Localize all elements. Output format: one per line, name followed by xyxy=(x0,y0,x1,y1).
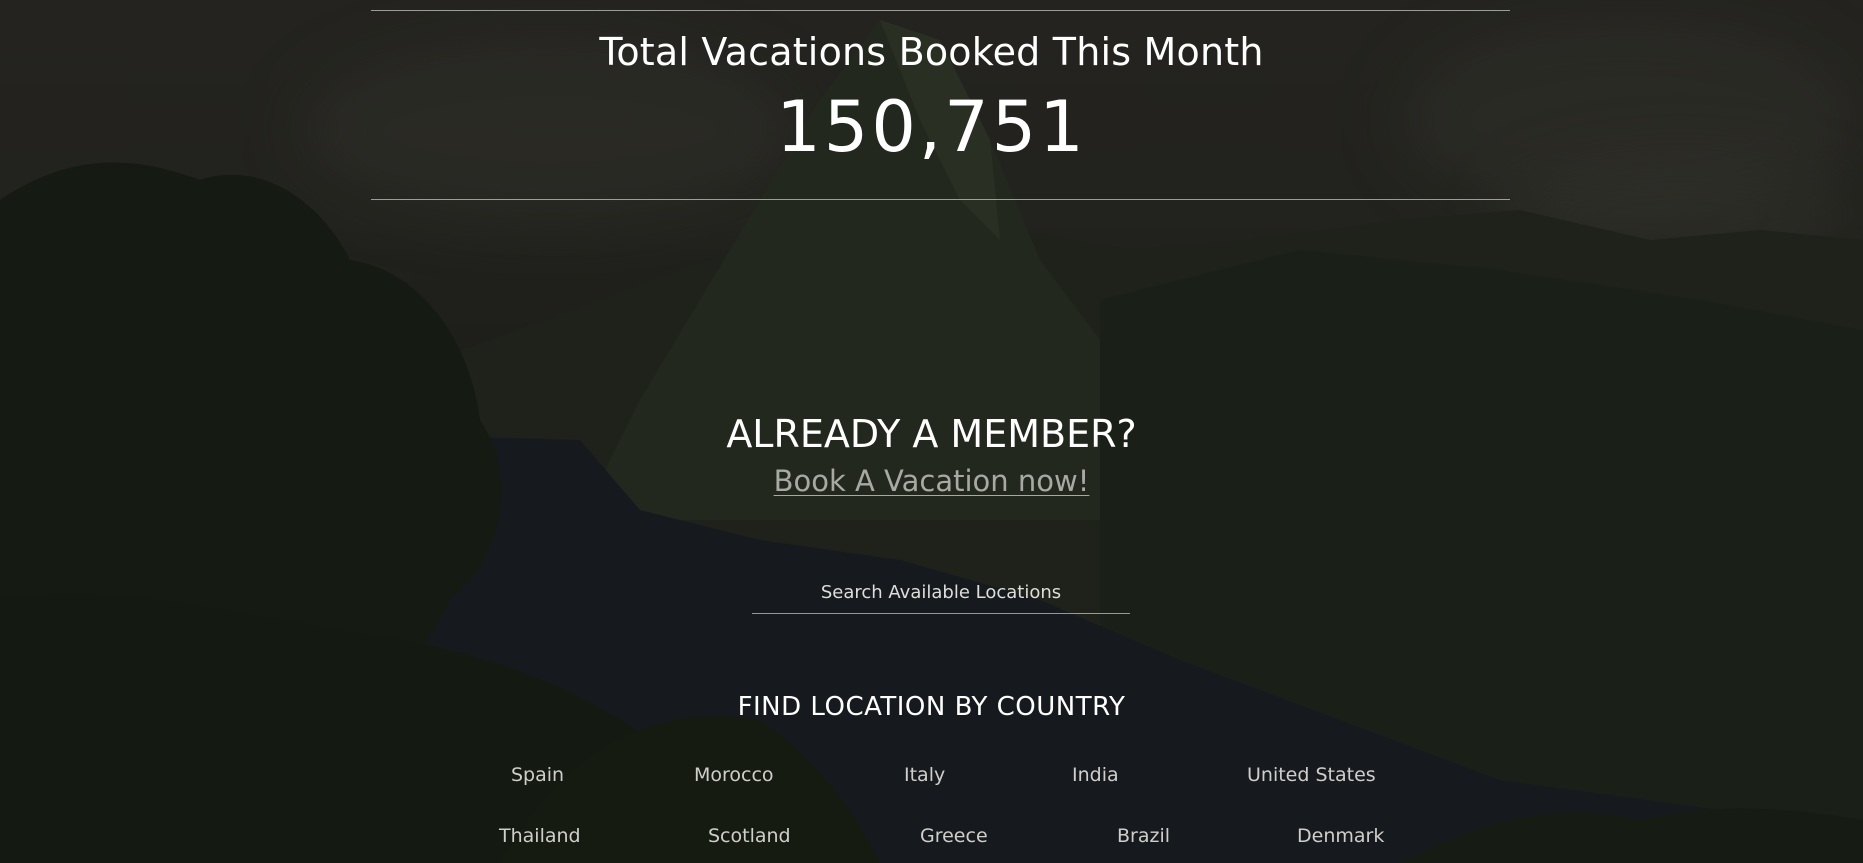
member-heading: ALREADY A MEMBER? xyxy=(726,412,1137,456)
country-link-greece[interactable]: Greece xyxy=(920,825,988,847)
stats-title: Total Vacations Booked This Month xyxy=(599,30,1264,74)
country-link-thailand[interactable]: Thailand xyxy=(499,825,581,847)
main-content: Total Vacations Booked This Month 150,75… xyxy=(0,0,1863,863)
country-link-morocco[interactable]: Morocco xyxy=(694,764,774,786)
vacations-booked-count: 150,751 xyxy=(776,86,1087,168)
country-section-heading: FIND LOCATION BY COUNTRY xyxy=(737,692,1126,722)
location-search-input[interactable] xyxy=(752,575,1130,609)
country-link-india[interactable]: India xyxy=(1072,764,1119,786)
top-divider xyxy=(371,10,1510,11)
country-link-spain[interactable]: Spain xyxy=(511,764,564,786)
country-link-denmark[interactable]: Denmark xyxy=(1297,825,1384,847)
country-link-italy[interactable]: Italy xyxy=(904,764,945,786)
country-link-brazil[interactable]: Brazil xyxy=(1117,825,1170,847)
bottom-divider xyxy=(371,199,1510,200)
country-link-united-states[interactable]: United States xyxy=(1247,764,1376,786)
book-vacation-link-wrapper: Book A Vacation now! xyxy=(0,464,1863,498)
country-link-scotland[interactable]: Scotland xyxy=(708,825,791,847)
book-vacation-link[interactable]: Book A Vacation now! xyxy=(774,464,1090,498)
location-search xyxy=(752,575,1130,614)
